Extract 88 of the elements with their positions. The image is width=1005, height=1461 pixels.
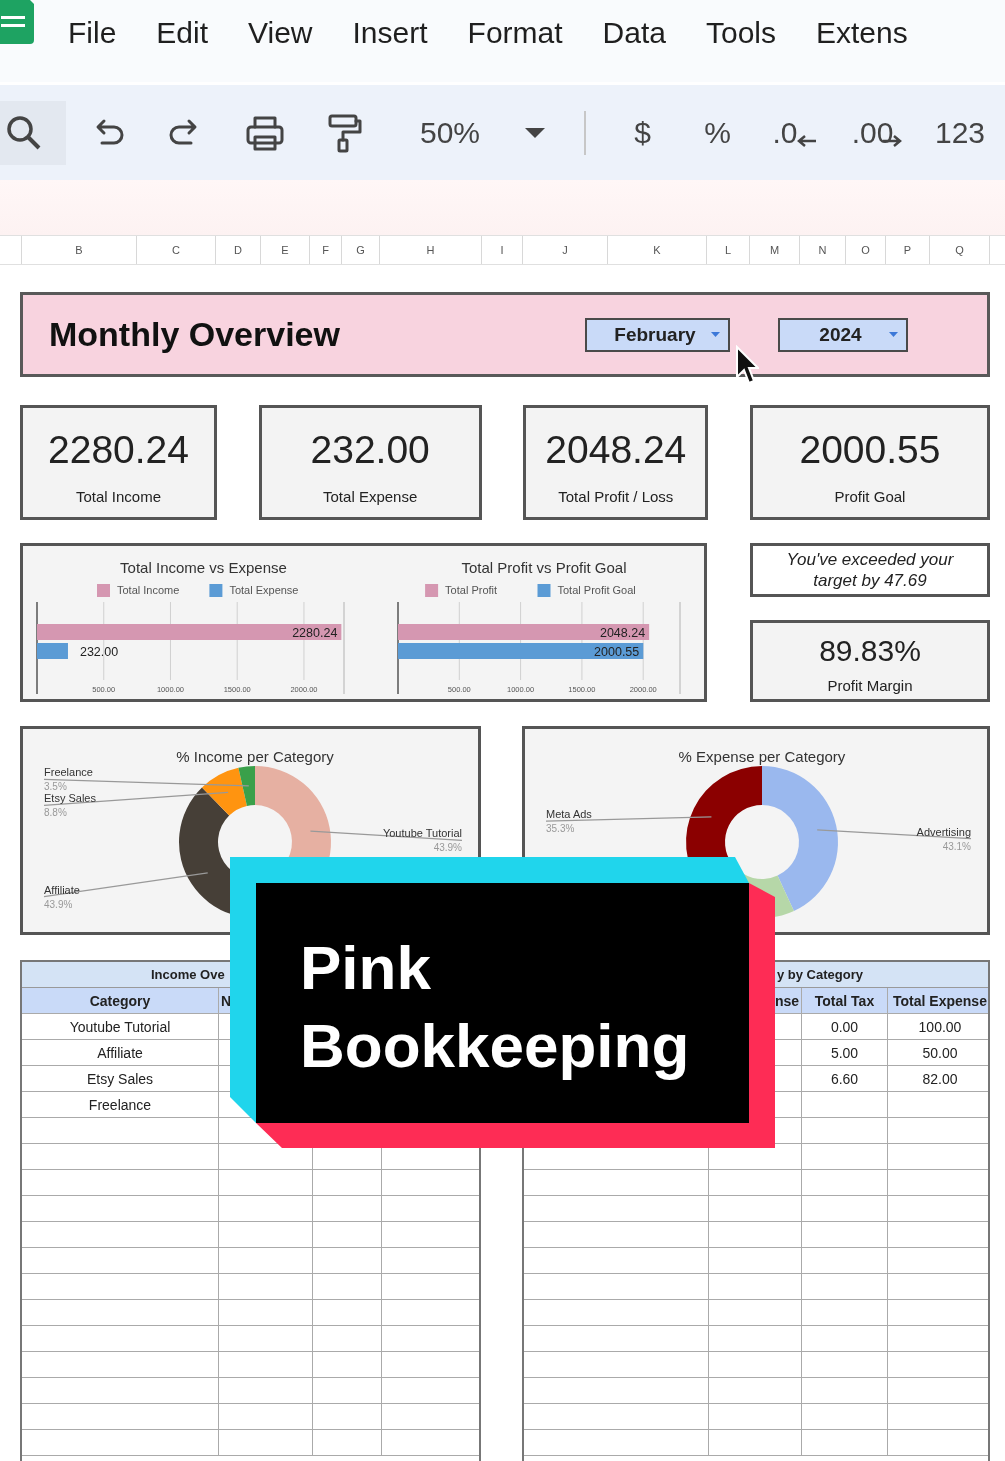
column-header[interactable]: O (846, 236, 886, 264)
slice-percent: 43.9% (433, 842, 462, 854)
data-label: 232.00 (79, 644, 119, 659)
caret-icon[interactable] (525, 127, 545, 138)
slice-label: Meta Ads (546, 808, 592, 821)
caret-icon (710, 332, 720, 337)
chart-title: % Expense per Category (678, 748, 846, 765)
kpi-value: 232.00 (310, 428, 430, 472)
legend-label: Total Profit Goal (557, 584, 636, 596)
data-label: 2048.24 (599, 625, 646, 640)
arrow-icon (795, 133, 818, 148)
slice-label: Freelance (44, 766, 93, 779)
column-header: Category (22, 988, 219, 1013)
search-icon[interactable] (0, 100, 66, 165)
column-header[interactable]: L (707, 236, 750, 264)
column-header: Total Tax (802, 988, 888, 1013)
menu-item[interactable]: View (248, 16, 313, 50)
menu-item[interactable]: Tools (705, 16, 776, 50)
data-label: 2000.55 (594, 644, 640, 659)
kpi-value: 2048.24 (545, 428, 687, 472)
chart-title: % Income per Category (176, 748, 334, 765)
kpi-label: Total Income (75, 488, 161, 505)
decrease-decimal-button[interactable]: .0 (772, 115, 818, 150)
slice-percent: 3.5% (44, 781, 67, 793)
table-cell-text: 100.00 (917, 1017, 963, 1037)
format-button[interactable]: 123 (934, 115, 986, 150)
slice-percent: 43.9% (44, 898, 73, 910)
kpi-label: Total Profit / Loss (558, 488, 674, 505)
menu-item[interactable]: Extens (816, 16, 908, 50)
slice-label: Youtube Tutorial (382, 827, 462, 840)
menu-item[interactable]: Insert (352, 16, 428, 50)
column-header[interactable]: F (310, 236, 342, 264)
table-cell-text: 50.00 (921, 1043, 959, 1063)
column-header[interactable]: Q (930, 236, 990, 264)
menu-item[interactable]: Edit (156, 16, 209, 50)
kpi-value: 2280.24 (48, 428, 189, 472)
caret-icon (888, 332, 898, 337)
table-cell: 6.60 (802, 1066, 888, 1091)
table-cell: Freelance (22, 1092, 219, 1117)
column-header[interactable]: H (380, 236, 482, 264)
slice-label: Affiliate (44, 883, 80, 896)
table-cell: Affiliate (22, 1040, 219, 1065)
column-header[interactable]: K (608, 236, 707, 264)
menu-item[interactable]: Data (602, 16, 666, 50)
increase-decimal-button[interactable]: .00 (851, 115, 904, 150)
bar (37, 643, 68, 659)
slice-label: Etsy Sales (44, 792, 96, 805)
table-cell: 0.00 (802, 1014, 888, 1039)
target-note: You've exceeded your target by 47.69 (785, 549, 955, 591)
menu-item[interactable]: File (68, 16, 117, 50)
table-cell-text: 82.00 (921, 1069, 959, 1089)
column-header: Total Expense (892, 991, 988, 1011)
kpi-label: Total Expense (323, 488, 418, 505)
column-header[interactable]: C (137, 236, 216, 264)
legend-label: Total Profit (445, 584, 498, 596)
column-header[interactable]: J (523, 236, 608, 264)
legend-label: Total Income (117, 584, 180, 596)
kpi-label: Profit Goal (834, 488, 906, 505)
format-button[interactable]: $ (634, 115, 651, 150)
column-header[interactable]: G (342, 236, 380, 264)
caption-text: Pink Bookkeeping (256, 883, 749, 1123)
sheet-title: Monthly Overview (49, 315, 340, 354)
year-dropdown[interactable]: 2024 (777, 317, 908, 352)
column-header[interactable]: D (216, 236, 261, 264)
column-header[interactable]: N (800, 236, 846, 264)
slice-percent: 43.1% (942, 840, 971, 852)
column-header[interactable]: E (261, 236, 310, 264)
column-header[interactable]: M (750, 236, 800, 264)
data-label: 2280.24 (292, 625, 338, 640)
zoom-dropdown[interactable]: 50% (419, 115, 480, 150)
kpi-value: 2000.55 (799, 428, 941, 472)
column-header[interactable]: B (22, 236, 137, 264)
slice-percent: 35.3% (546, 823, 575, 835)
table-cell: Etsy Sales (22, 1066, 219, 1091)
table-cell: Youtube Tutorial (22, 1014, 219, 1039)
menu-item[interactable]: Format (467, 16, 563, 50)
format-button[interactable]: % (704, 115, 731, 150)
column-header[interactable]: I (482, 236, 523, 264)
table-cell: 5.00 (802, 1040, 888, 1065)
chart-title: Total Income vs Expense (120, 559, 287, 576)
slice-percent: 8.8% (44, 807, 67, 819)
column-header[interactable]: P (886, 236, 930, 264)
margin-label: Profit Margin (827, 677, 913, 694)
chart-title: Total Profit vs Profit Goal (461, 559, 627, 576)
month-dropdown[interactable]: February (584, 317, 730, 352)
margin-value: 89.83% (819, 634, 921, 668)
slice-label: Advertising (916, 825, 971, 838)
legend-label: Total Expense (229, 584, 299, 596)
